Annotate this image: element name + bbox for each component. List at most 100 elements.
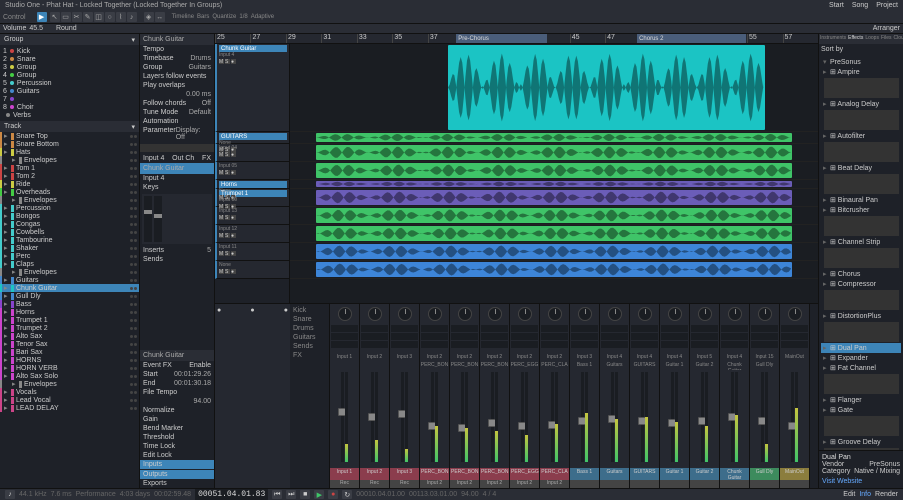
browser-item[interactable]: ▸⊞ Gate bbox=[821, 405, 901, 415]
curve-tool[interactable]: ⌇ bbox=[116, 12, 126, 22]
insert-slot[interactable] bbox=[361, 341, 388, 348]
channel-fader[interactable] bbox=[791, 372, 794, 462]
insert-slot[interactable] bbox=[391, 341, 418, 348]
mute-btn[interactable]: M bbox=[219, 59, 224, 64]
audio-clip[interactable] bbox=[316, 163, 791, 178]
browser-item[interactable]: ▸⊞ Fat Channel bbox=[821, 363, 901, 373]
channel-name[interactable]: GUITARS bbox=[630, 468, 659, 480]
track-item[interactable]: ▸Snare Top bbox=[0, 132, 139, 140]
pan-knob[interactable] bbox=[458, 307, 472, 321]
tab-effects[interactable]: Effects bbox=[847, 34, 864, 44]
pan-knob[interactable] bbox=[788, 307, 802, 321]
insert-slot[interactable] bbox=[331, 341, 358, 348]
pan-knob[interactable] bbox=[518, 307, 532, 321]
mute-btn[interactable]: M bbox=[219, 233, 224, 238]
arrow-tool[interactable]: ↖ bbox=[50, 12, 60, 22]
play-btn[interactable]: ▶ bbox=[314, 490, 324, 499]
insert-slot[interactable] bbox=[751, 333, 778, 340]
arr-track-header[interactable]: Chunk GuitarInput 4MS● bbox=[215, 44, 289, 132]
browser-item[interactable]: ▸⊞ Bitcrusher bbox=[821, 205, 901, 215]
solo-btn[interactable]: S bbox=[225, 59, 230, 64]
render-status[interactable]: Render bbox=[875, 491, 898, 498]
section-chorus2[interactable]: Chorus 2 bbox=[637, 34, 746, 43]
pan-knob[interactable] bbox=[638, 307, 652, 321]
insert-slot[interactable] bbox=[481, 333, 508, 340]
range-tool[interactable]: ▭ bbox=[61, 12, 71, 22]
erase-tool[interactable]: ◫ bbox=[94, 12, 104, 22]
position-display[interactable]: 00051.04.01.83 bbox=[195, 489, 268, 500]
channel-name[interactable]: Guitar 1 bbox=[660, 468, 689, 480]
channel-browser-item[interactable]: Sends bbox=[292, 342, 327, 351]
pan-knob[interactable] bbox=[668, 307, 682, 321]
track-item[interactable]: ▸Envelopes bbox=[0, 156, 139, 164]
plugin-thumbnail[interactable] bbox=[824, 216, 899, 236]
section-prechorus[interactable]: Pre-Chorus bbox=[456, 34, 546, 43]
track-lane[interactable] bbox=[290, 261, 818, 279]
insert-slot[interactable] bbox=[631, 341, 658, 348]
group-item[interactable]: 2Snare bbox=[0, 55, 139, 63]
group-item[interactable]: 4Group bbox=[0, 71, 139, 79]
snap-toggle[interactable]: ◈ bbox=[144, 12, 154, 22]
channel-fader[interactable] bbox=[461, 372, 464, 462]
channel-fader[interactable] bbox=[611, 372, 614, 462]
rewind-btn[interactable]: ⏮ bbox=[272, 490, 282, 499]
insert-slot[interactable] bbox=[481, 341, 508, 348]
audio-clip[interactable] bbox=[316, 133, 791, 142]
track-item[interactable]: ▸HORN VERB bbox=[0, 364, 139, 372]
channel-browser-item[interactable]: FX bbox=[292, 351, 327, 360]
browser-item[interactable]: ▸⊞ Chorus bbox=[821, 269, 901, 279]
track-lane[interactable] bbox=[290, 189, 818, 207]
plugin-thumbnail[interactable] bbox=[824, 110, 899, 130]
channel-name[interactable]: Input 3 bbox=[390, 468, 419, 480]
audio-clip[interactable] bbox=[316, 145, 791, 160]
insert-slot[interactable] bbox=[541, 325, 568, 332]
track-item[interactable]: ▸Tambourine bbox=[0, 236, 139, 244]
audio-clip[interactable] bbox=[316, 190, 791, 205]
stop-btn[interactable]: ■ bbox=[300, 490, 310, 499]
channel-name[interactable]: PERC_BON bbox=[480, 468, 509, 480]
insert-slot[interactable] bbox=[331, 325, 358, 332]
browser-item[interactable]: ▸⊞ Dual Pan bbox=[821, 343, 901, 353]
audio-clip[interactable] bbox=[316, 208, 791, 223]
channel-fader[interactable] bbox=[551, 372, 554, 462]
insert-slot[interactable] bbox=[691, 325, 718, 332]
insert-slot[interactable] bbox=[451, 325, 478, 332]
visit-website-link[interactable]: Visit Website bbox=[822, 478, 900, 485]
insert-slot[interactable] bbox=[571, 341, 598, 348]
insert-slot[interactable] bbox=[391, 333, 418, 340]
channel-fader[interactable] bbox=[641, 372, 644, 462]
track-item[interactable]: ▸Tenor Sax bbox=[0, 340, 139, 348]
insert-slot[interactable] bbox=[331, 333, 358, 340]
track-item[interactable]: ▸Tom 1 bbox=[0, 164, 139, 172]
channel-name[interactable]: PERC_EGG bbox=[510, 468, 539, 480]
pan-knob[interactable] bbox=[578, 307, 592, 321]
tree-presonus[interactable]: ▾PreSonus bbox=[821, 57, 901, 67]
insert-slot[interactable] bbox=[511, 333, 538, 340]
mute-btn[interactable]: M bbox=[219, 170, 224, 175]
pan-knob[interactable] bbox=[368, 307, 382, 321]
outputs-btn[interactable]: Outputs bbox=[140, 470, 214, 479]
track-item[interactable]: ▸Vocals bbox=[0, 388, 139, 396]
track-item[interactable]: ▸Envelopes bbox=[0, 268, 139, 276]
track-item[interactable]: ▸Trumpet 2 bbox=[0, 324, 139, 332]
mute-btn[interactable]: M bbox=[219, 215, 224, 220]
pan-knob[interactable] bbox=[608, 307, 622, 321]
channel-fader[interactable] bbox=[671, 372, 674, 462]
channel-name[interactable]: Input 1 bbox=[330, 468, 359, 480]
channel-fader[interactable] bbox=[761, 372, 764, 462]
tempo[interactable]: 94.00 bbox=[461, 491, 479, 498]
insert-slot[interactable] bbox=[421, 341, 448, 348]
plugin-thumbnail[interactable] bbox=[824, 174, 899, 194]
group-item[interactable]: 7 bbox=[0, 95, 139, 103]
arr-track-header[interactable]: Input 13MS● bbox=[215, 207, 289, 225]
mute-btn[interactable]: M bbox=[219, 251, 224, 256]
rec-arm-btn[interactable]: ● bbox=[231, 59, 236, 64]
browser-item[interactable]: ▸⊞ Beat Delay bbox=[821, 163, 901, 173]
track-item[interactable]: ▸LEAD DELAY bbox=[0, 404, 139, 412]
audio-clip[interactable] bbox=[316, 226, 791, 241]
track-lanes[interactable] bbox=[290, 44, 818, 303]
channel-name[interactable]: PERC_BON bbox=[420, 468, 449, 480]
insert-slot[interactable] bbox=[571, 325, 598, 332]
arr-track-header[interactable]: Trumpet 1Input 10MS● bbox=[215, 189, 289, 207]
solo-btn[interactable]: S bbox=[225, 269, 230, 274]
